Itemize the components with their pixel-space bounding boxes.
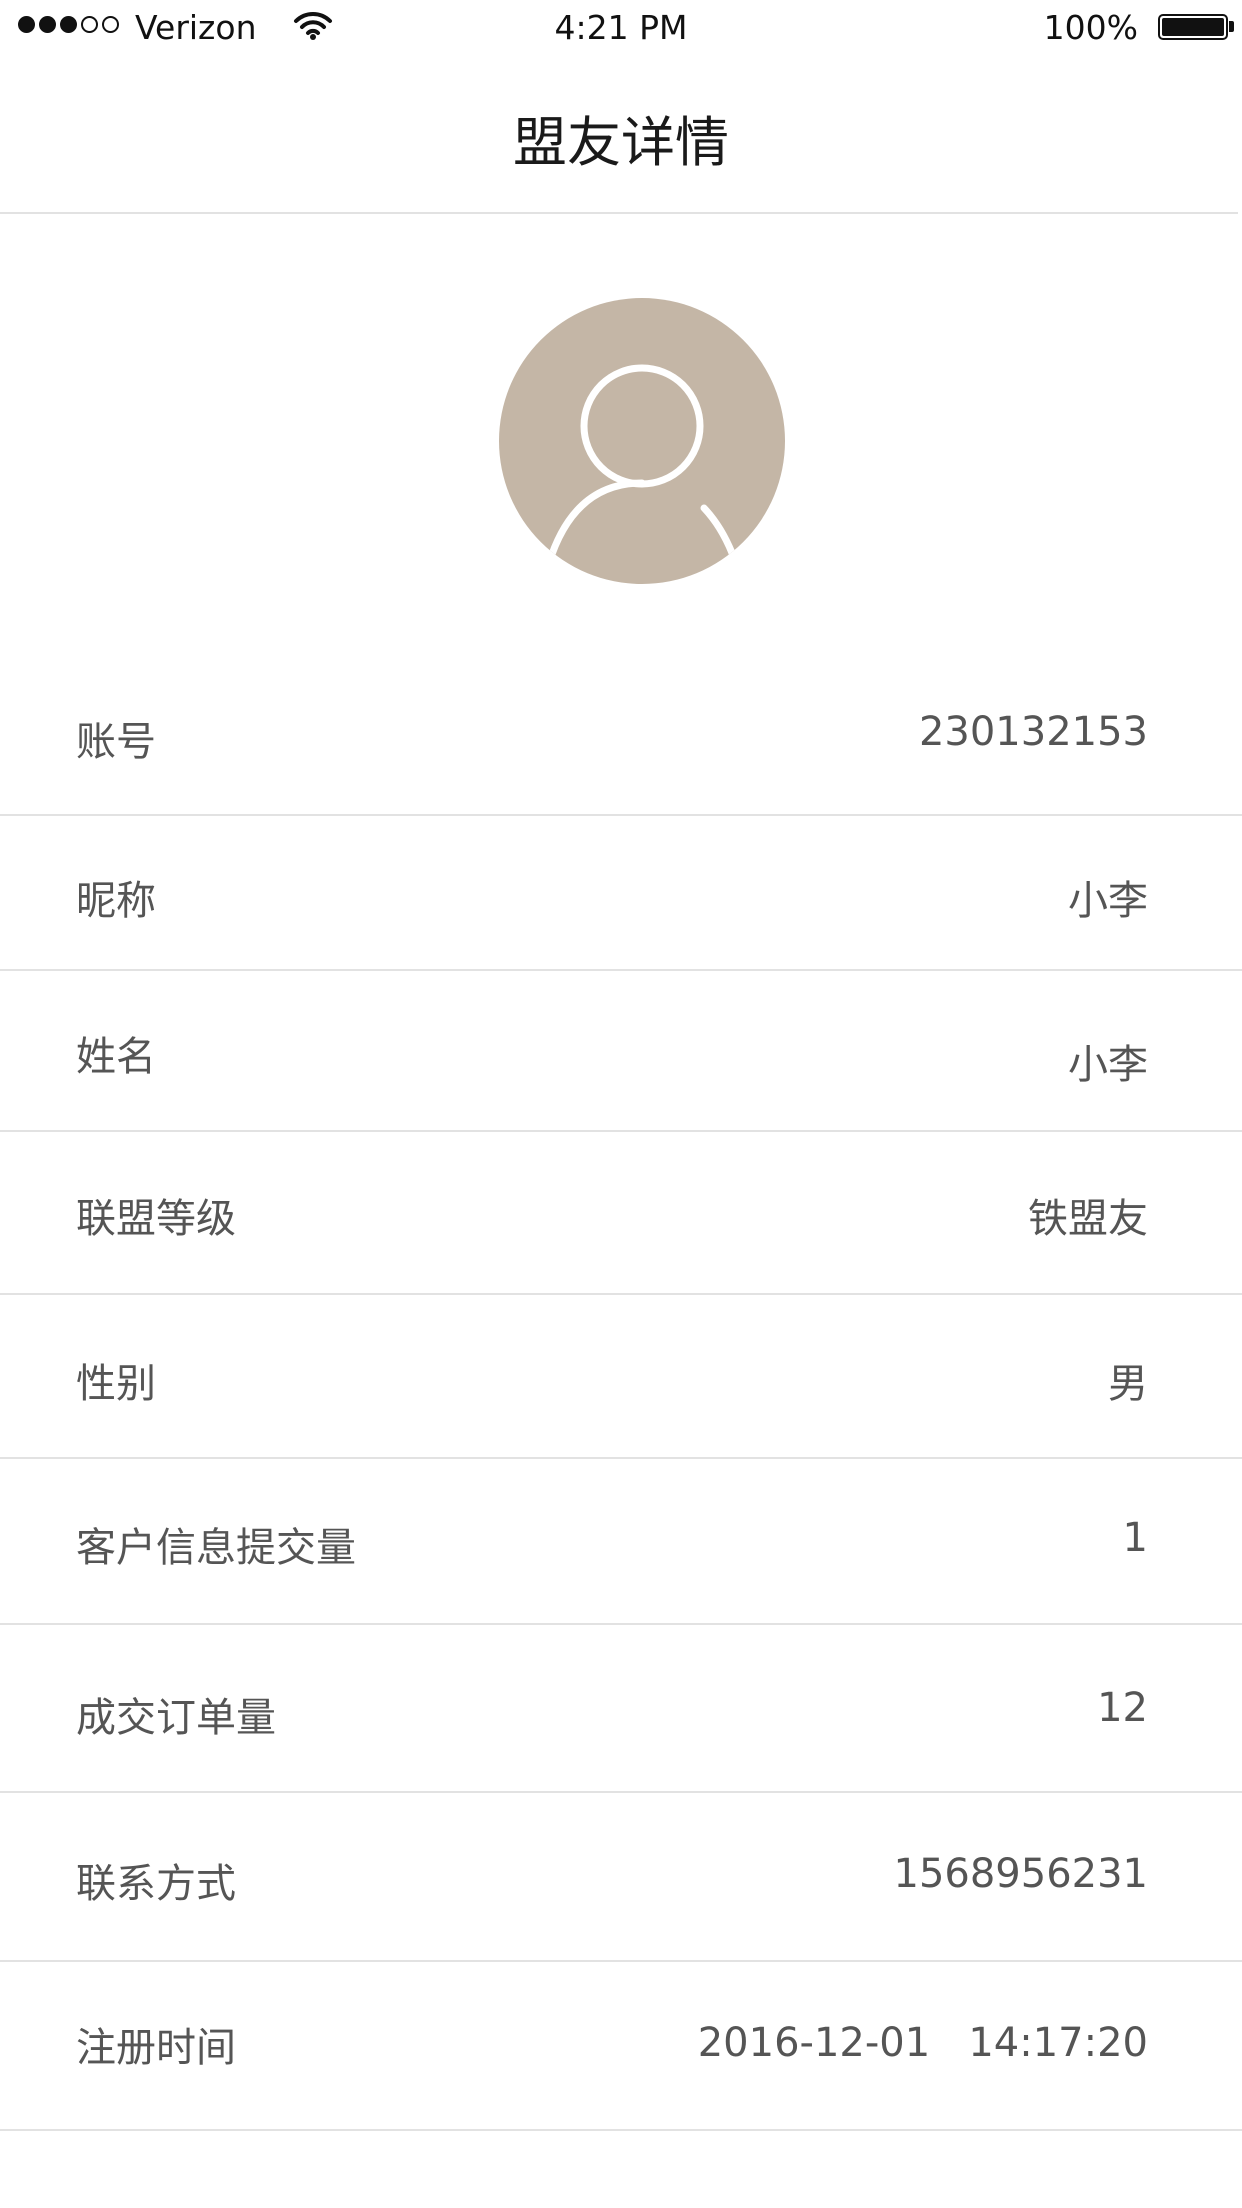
row-name: 姓名 小李	[0, 971, 1242, 1132]
row-label: 客户信息提交量	[76, 1525, 356, 1571]
row-label: 成交订单量	[76, 1695, 276, 1741]
row-value: 230132153	[918, 709, 1148, 755]
battery-cap	[1229, 21, 1234, 32]
row-value: 1	[1122, 1515, 1148, 1561]
row-value: 1568956231	[893, 1851, 1149, 1897]
battery-icon	[1158, 14, 1228, 40]
row-label: 联系方式	[76, 1861, 236, 1907]
user-avatar-icon	[545, 364, 736, 567]
row-value: 小李	[1068, 878, 1148, 924]
row-label: 性别	[76, 1361, 156, 1407]
row-label: 姓名	[76, 1034, 156, 1080]
row-register-time: 注册时间 2016-12-01 14:17:20	[0, 1962, 1242, 2131]
row-value: 2016-12-01 14:17:20	[697, 2020, 1148, 2066]
page-title: 盟友详情	[513, 111, 729, 174]
row-account: 账号 230132153	[0, 656, 1242, 816]
row-submissions: 客户信息提交量 1	[0, 1459, 1242, 1625]
nav-bar: 盟友详情	[0, 60, 1238, 214]
row-alliance-level: 联盟等级 铁盟友	[0, 1132, 1242, 1295]
row-nickname: 昵称 小李	[0, 816, 1242, 971]
row-label: 联盟等级	[76, 1196, 236, 1242]
row-orders: 成交订单量 12	[0, 1625, 1242, 1793]
row-contact: 联系方式 1568956231	[0, 1793, 1242, 1962]
row-label: 注册时间	[76, 2025, 236, 2071]
row-value: 铁盟友	[1028, 1196, 1148, 1242]
battery-percentage: 100%	[1043, 8, 1138, 47]
row-value: 男	[1108, 1361, 1148, 1407]
row-value: 12	[1097, 1685, 1148, 1731]
row-gender: 性别 男	[0, 1295, 1242, 1459]
row-label: 昵称	[76, 878, 156, 924]
row-value: 小李	[1068, 1042, 1148, 1088]
avatar	[499, 298, 785, 584]
row-label: 账号	[76, 719, 156, 765]
status-bar: Verizon 4:21 PM 100%	[0, 0, 1242, 60]
